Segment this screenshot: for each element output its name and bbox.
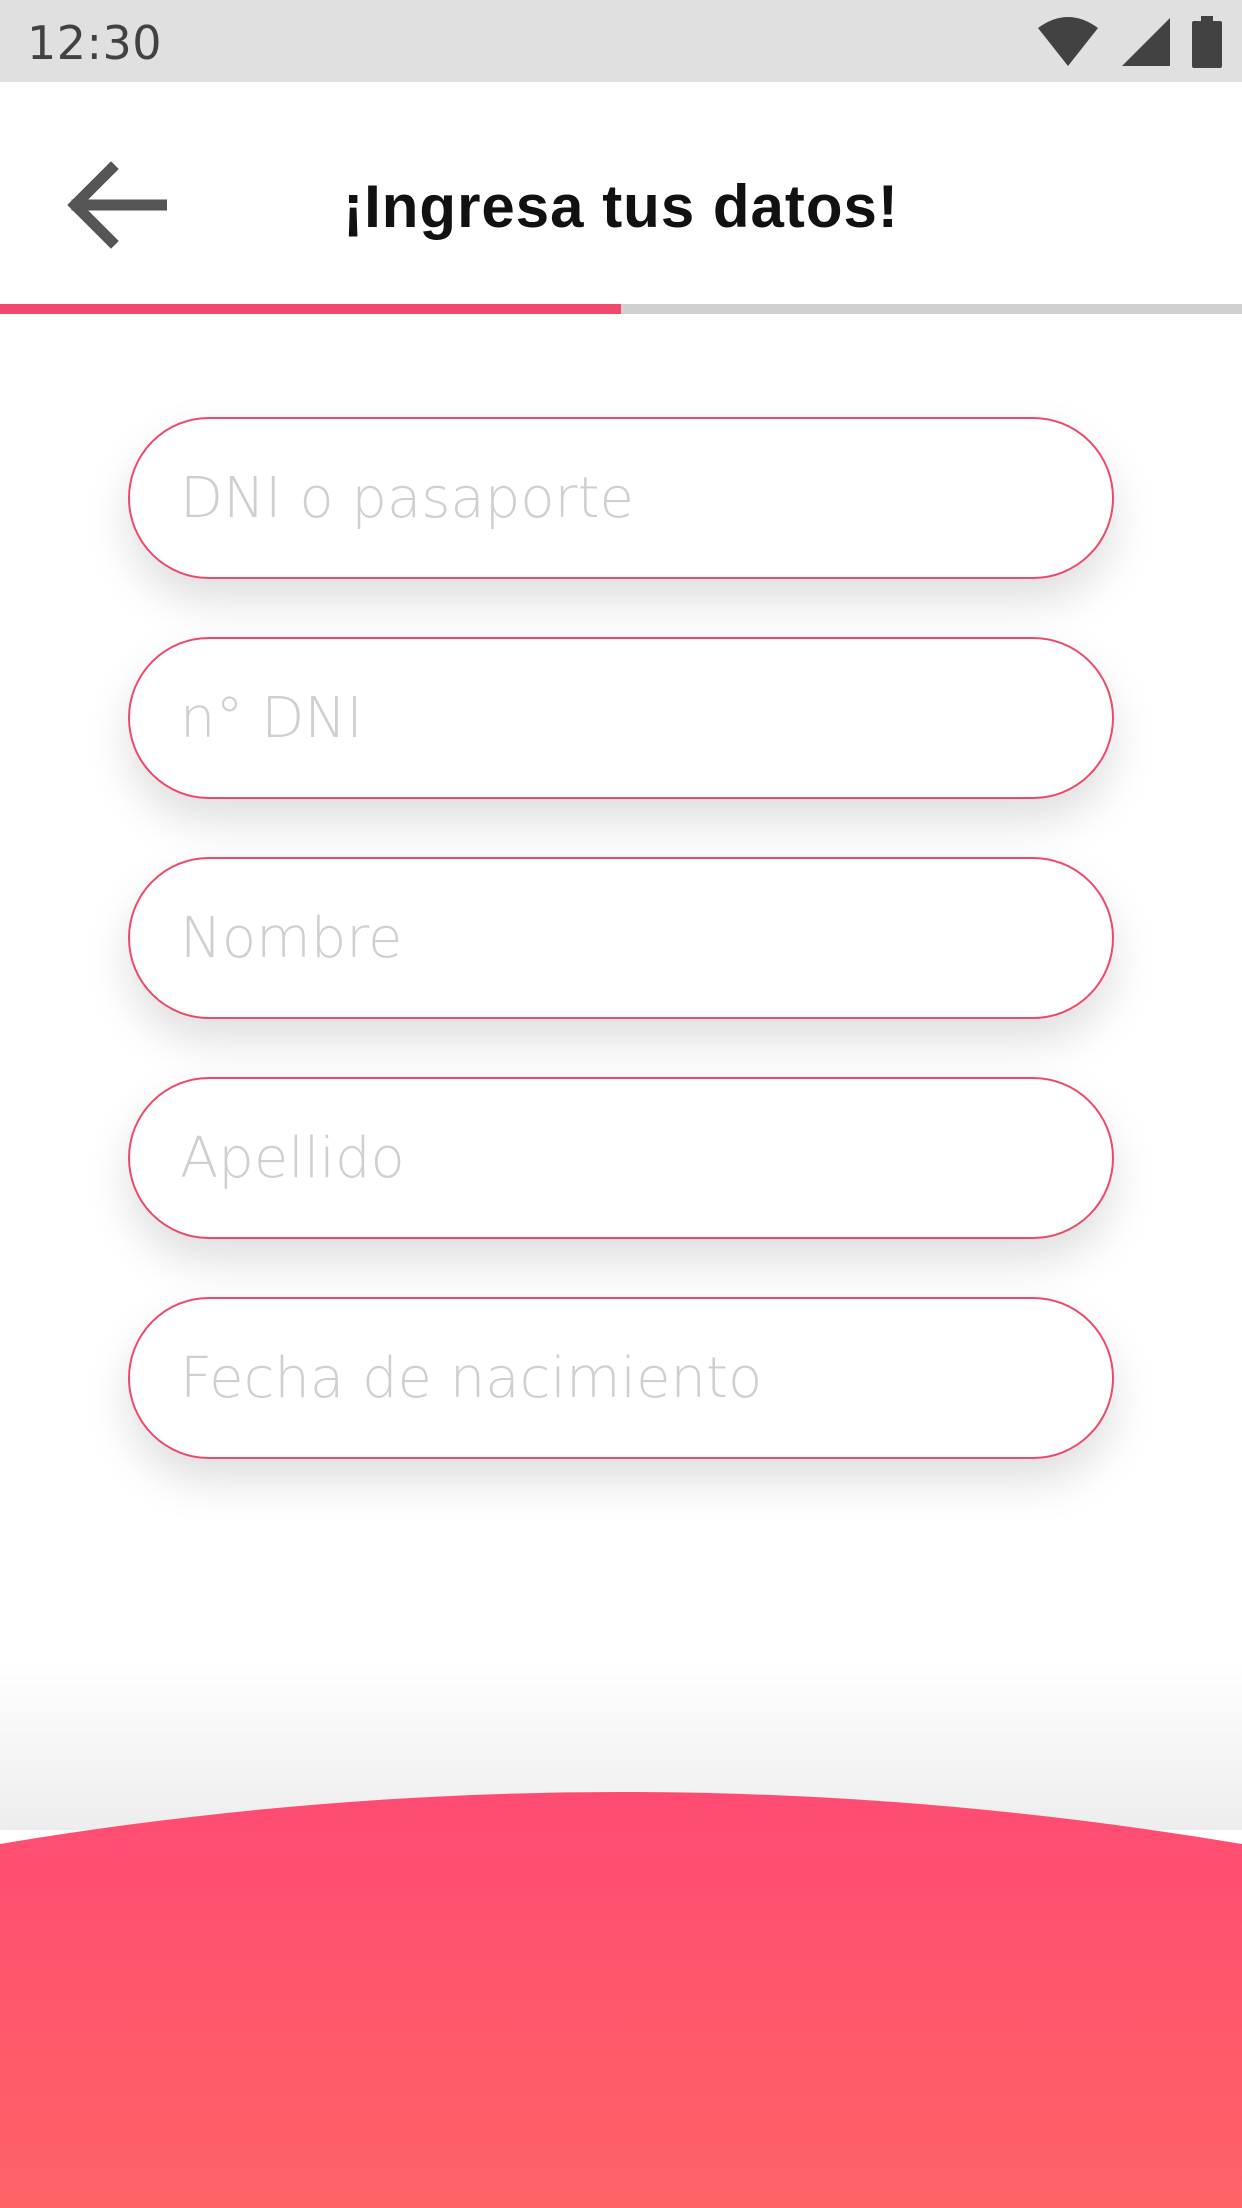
app-bar: ¡Ingresa tus datos! xyxy=(0,82,1242,306)
personal-data-form xyxy=(128,417,1114,1517)
document-type-input[interactable] xyxy=(130,419,1112,577)
progress-fill xyxy=(0,304,621,314)
birth-date-field-container xyxy=(128,1297,1114,1459)
status-time: 12:30 xyxy=(27,16,163,70)
wifi-icon xyxy=(1036,14,1100,70)
last-name-field-container xyxy=(128,1077,1114,1239)
first-name-input[interactable] xyxy=(130,859,1112,1017)
progress-bar xyxy=(0,304,1242,314)
bottom-wave xyxy=(0,1660,1242,2208)
dni-number-field-container xyxy=(128,637,1114,799)
page-title: ¡Ingresa tus datos! xyxy=(343,173,899,240)
last-name-input[interactable] xyxy=(130,1079,1112,1237)
first-name-field-container xyxy=(128,857,1114,1019)
battery-icon xyxy=(1192,16,1222,68)
birth-date-input[interactable] xyxy=(130,1299,1112,1457)
status-bar: 12:30 xyxy=(0,0,1242,82)
status-icons xyxy=(1036,14,1222,70)
dni-number-input[interactable] xyxy=(130,639,1112,797)
cellular-signal-icon xyxy=(1120,16,1172,68)
document-type-field-container xyxy=(128,417,1114,579)
screen: 12:30 ¡Ingresa tus datos! DNI o pasaport… xyxy=(0,0,1242,2208)
